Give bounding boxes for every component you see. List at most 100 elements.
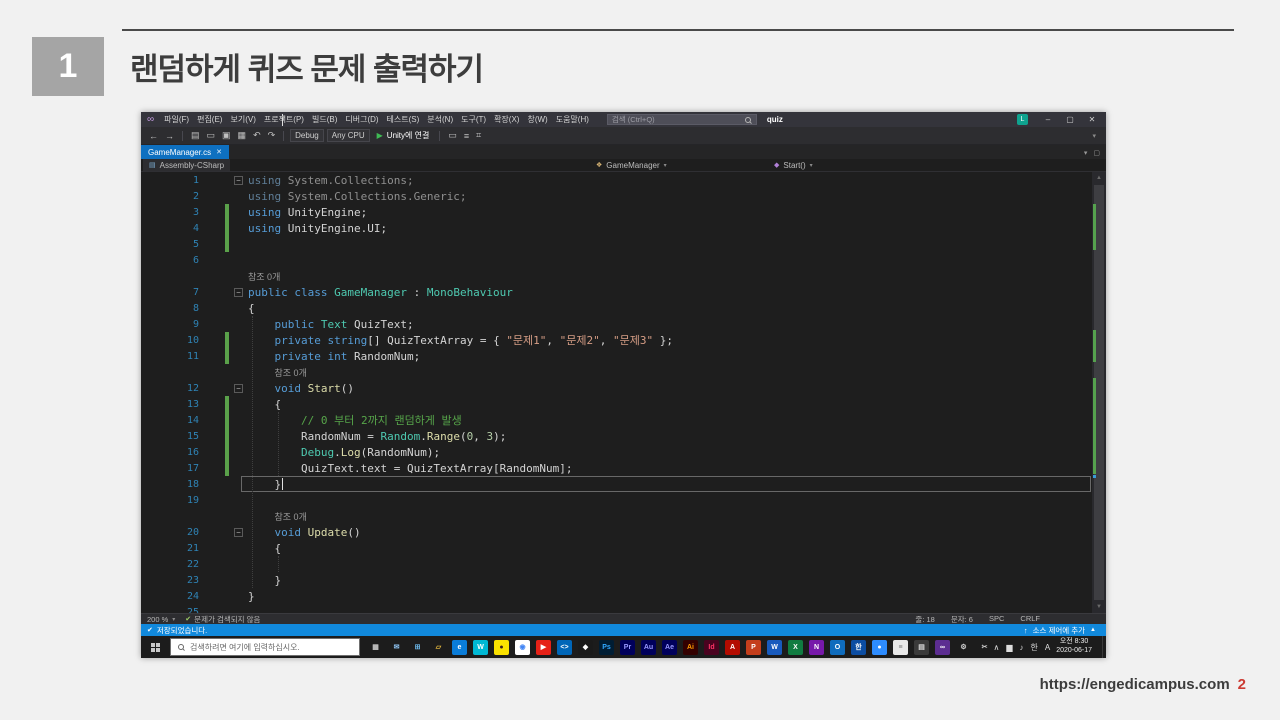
code-line-21[interactable]: 21 { (141, 540, 1092, 556)
maximize-button[interactable]: ▢ (1060, 113, 1080, 126)
premiere-pro-icon[interactable]: Pr (620, 639, 635, 655)
code-line-6[interactable]: 6 (141, 252, 1092, 268)
breakpoint-icon[interactable]: ▭ (446, 130, 459, 141)
mail-icon[interactable]: ✉ (389, 640, 404, 655)
menu-item-9[interactable]: 확장(X) (490, 114, 523, 125)
start-button[interactable] (151, 642, 160, 652)
settings-icon[interactable]: ⚙ (956, 640, 971, 655)
tab-gamemanager-cs[interactable]: GameManager.cs ✕ (141, 145, 230, 159)
ime-korean-icon[interactable]: 한 (1030, 642, 1037, 653)
code-line-4[interactable]: 4 using UnityEngine.UI; (141, 220, 1092, 236)
illustrator-icon[interactable]: Ai (683, 639, 698, 655)
tab-close-icon[interactable]: ✕ (216, 148, 222, 156)
collapse-icon[interactable]: − (234, 383, 243, 393)
after-effects-icon[interactable]: Ae (662, 639, 677, 655)
word-icon[interactable]: W (767, 639, 782, 655)
code-line-25[interactable]: 25 (141, 604, 1092, 614)
editor-scrollbar[interactable]: ▲ ▼ (1092, 172, 1106, 613)
member-dropdown[interactable]: ◆ Start() ▾ (774, 161, 813, 170)
menu-item-8[interactable]: 도구(T) (457, 114, 490, 125)
chrome-icon[interactable]: ◉ (515, 639, 530, 655)
visual-studio-code-icon[interactable]: <> (557, 639, 572, 655)
code-line-3[interactable]: 3 using UnityEngine; (141, 204, 1092, 220)
youtube-icon[interactable]: ▶ (536, 639, 551, 655)
indesign-icon[interactable]: Id (704, 639, 719, 655)
tray-expand-icon[interactable]: ∧ (993, 643, 999, 652)
save-all-icon[interactable]: ▦ (236, 130, 249, 141)
file-explorer-icon[interactable]: ▱ (431, 640, 446, 655)
attach-to-unity-button[interactable]: ▶ Unity에 연결 ▾ (282, 114, 434, 141)
code-line-19[interactable]: 19 (141, 492, 1092, 508)
codelens-references[interactable]: 참조 0개 (275, 368, 307, 378)
code-line-24[interactable]: 24} (141, 588, 1092, 604)
status-indent-mode[interactable]: SPC (989, 614, 1004, 625)
audition-icon[interactable]: Au (641, 639, 656, 655)
codelens-row[interactable]: 참조 0개 (141, 268, 1092, 284)
code-line-5[interactable]: 5 (141, 236, 1092, 252)
menu-item-7[interactable]: 분석(N) (423, 114, 457, 125)
find-in-files-icon[interactable]: ≡ (462, 131, 471, 141)
code-line-7[interactable]: 7 − public class GameManager : MonoBehavio… (141, 284, 1092, 300)
project-dropdown[interactable]: ▤ Assembly-CSharp (143, 159, 231, 171)
menu-item-0[interactable]: 파일(F) (160, 114, 193, 125)
configuration-dropdown[interactable]: Debug ▾ (282, 114, 324, 142)
minimize-button[interactable]: – (1038, 113, 1058, 126)
platform-dropdown[interactable]: Any CPU ▾ (282, 114, 370, 142)
tab-list-icon[interactable]: ▾ (1084, 149, 1088, 157)
excel-icon[interactable]: X (788, 639, 803, 655)
show-desktop-button[interactable] (1102, 636, 1106, 658)
code-line-1[interactable]: 1 − using System.Collections; (141, 172, 1092, 188)
snipping-tool-icon[interactable]: ✂ (977, 640, 992, 655)
close-button[interactable]: ✕ (1082, 113, 1102, 126)
code-line-10[interactable]: 10 private string[] QuizTextArray = { "문… (141, 332, 1092, 348)
codelens-row[interactable]: 참조 0개 (141, 508, 1092, 524)
code-line-12[interactable]: 12 − void Start() (141, 380, 1092, 396)
code-line-17[interactable]: 17 QuizText.text = QuizTextArray[RandomN… (141, 460, 1092, 476)
codelens-references[interactable]: 참조 0개 (275, 512, 307, 522)
network-icon[interactable]: ▆ (1006, 643, 1012, 652)
whale-browser-icon[interactable]: W (473, 639, 488, 655)
navigate-forward-icon[interactable]: → (163, 131, 176, 141)
code-line-23[interactable]: 23 } (141, 572, 1092, 588)
photoshop-icon[interactable]: Ps (599, 639, 614, 655)
open-file-icon[interactable]: ▭ (205, 130, 218, 141)
toolbar-overflow-icon[interactable]: ▾ (1092, 132, 1100, 140)
taskbar-search-input[interactable]: 검색하려면 여기에 입력하십시오. (170, 638, 360, 656)
add-to-source-control-button[interactable]: ↑ 소스 제어에 추가 ▲ (1024, 625, 1100, 636)
hancom-office-icon[interactable]: 한 (851, 639, 866, 655)
taskbar-clock[interactable]: 오전 8:30 2020-06-17 (1056, 638, 1092, 656)
code-line-13[interactable]: 13 { (141, 396, 1092, 412)
menu-item-1[interactable]: 편집(E) (193, 114, 226, 125)
code-editor[interactable]: 1− using System.Collections; 2 using System… (141, 172, 1106, 613)
edge-icon[interactable]: e (452, 639, 467, 655)
codelens-references[interactable]: 참조 0개 (248, 272, 280, 282)
collapse-icon[interactable]: − (234, 175, 243, 185)
zoom-icon[interactable]: ● (872, 639, 887, 655)
code-line-18[interactable]: 18 } (141, 476, 1092, 492)
float-window-icon[interactable]: ▢ (1093, 149, 1100, 157)
code-line-20[interactable]: 20 − void Update() (141, 524, 1092, 540)
ime-mode-icon[interactable]: A (1045, 643, 1050, 652)
code-line-15[interactable]: 15 RandomNum = Random.Range(0, 3); (141, 428, 1092, 444)
menu-item-5[interactable]: 디버그(D) (341, 114, 382, 125)
code-line-22[interactable]: 22 (141, 556, 1092, 572)
menu-item-11[interactable]: 도움말(H) (552, 114, 593, 125)
new-project-icon[interactable]: ▤ (189, 130, 202, 141)
undo-icon[interactable]: ↶ (251, 130, 263, 141)
menu-item-4[interactable]: 빌드(B) (308, 114, 341, 125)
menu-item-6[interactable]: 테스트(S) (383, 114, 424, 125)
problems-indicator[interactable]: ✔ 문제가 검색되지 않음 (185, 614, 260, 625)
menu-item-2[interactable]: 보기(V) (226, 114, 259, 125)
comment-icon[interactable]: ⌗ (474, 130, 483, 141)
account-avatar[interactable]: L (1017, 114, 1028, 125)
zoom-dropdown[interactable]: 200 % ▾ (147, 615, 175, 624)
task-view-icon[interactable]: ▦ (368, 640, 383, 655)
notepad-icon[interactable]: ≡ (893, 639, 908, 655)
quick-search-input[interactable]: 검색 (Ctrl+Q) (606, 114, 757, 125)
redo-icon[interactable]: ↷ (266, 130, 278, 141)
save-icon[interactable]: ▣ (220, 130, 233, 141)
code-line-2[interactable]: 2 using System.Collections.Generic; (141, 188, 1092, 204)
volume-icon[interactable]: ♪ (1019, 643, 1023, 652)
microsoft-store-icon[interactable]: ⊞ (410, 640, 425, 655)
scroll-down-icon[interactable]: ▼ (1092, 601, 1106, 613)
